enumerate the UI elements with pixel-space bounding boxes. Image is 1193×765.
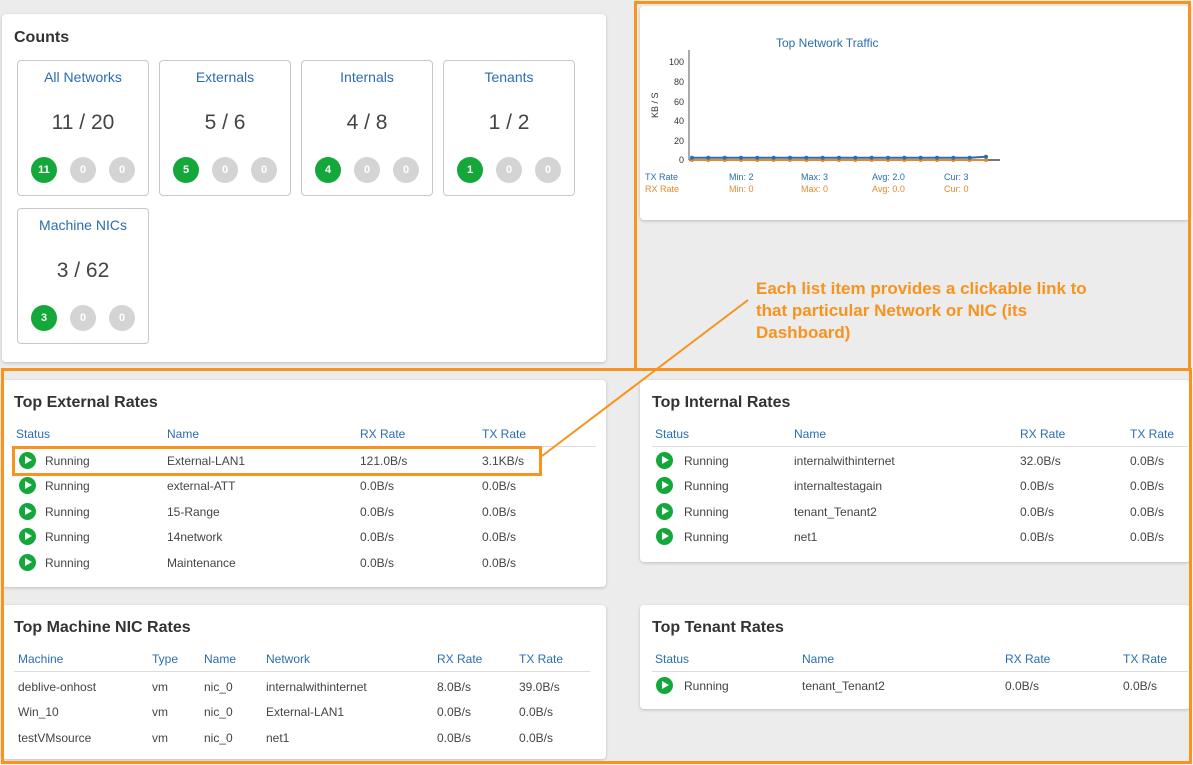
status-badge-ok[interactable]: 5 bbox=[173, 157, 199, 183]
status-badge-warning[interactable]: 0 bbox=[496, 157, 522, 183]
status-badge-warning[interactable]: 0 bbox=[70, 157, 96, 183]
status-badge-ok[interactable]: 3 bbox=[31, 305, 57, 331]
status-badge-error[interactable]: 0 bbox=[535, 157, 561, 183]
status-badge-warning[interactable]: 0 bbox=[354, 157, 380, 183]
status-badge-warning[interactable]: 0 bbox=[70, 305, 96, 331]
annotation-callout-text: Each list item provides a clickable link… bbox=[756, 279, 1087, 342]
annotation-outline-bottom-frame bbox=[1, 368, 1192, 764]
annotation-highlight-row bbox=[12, 446, 542, 476]
status-badge-ok[interactable]: 4 bbox=[315, 157, 341, 183]
count-card-label[interactable]: Tenants bbox=[444, 69, 574, 85]
count-card-label[interactable]: Internals bbox=[302, 69, 432, 85]
count-card-value: 3 / 62 bbox=[56, 259, 110, 282]
status-badge-warning[interactable]: 0 bbox=[212, 157, 238, 183]
count-card-label[interactable]: Machine NICs bbox=[18, 217, 148, 233]
count-card-value: 1 / 2 bbox=[488, 111, 530, 134]
status-badge-error[interactable]: 0 bbox=[251, 157, 277, 183]
status-badge-ok[interactable]: 11 bbox=[31, 157, 57, 183]
counts-title: Counts bbox=[14, 29, 70, 46]
count-card-label[interactable]: Externals bbox=[160, 69, 290, 85]
count-card-internals[interactable]: Internals 4 / 8 4 0 0 bbox=[301, 60, 433, 196]
status-badge-ok[interactable]: 1 bbox=[457, 157, 483, 183]
status-badge-error[interactable]: 0 bbox=[109, 157, 135, 183]
count-card-value: 5 / 6 bbox=[204, 111, 246, 134]
count-card-value: 11 / 20 bbox=[51, 111, 115, 134]
count-card-machine-nics[interactable]: Machine NICs 3 / 62 3 0 0 bbox=[17, 208, 149, 344]
count-card-label[interactable]: All Networks bbox=[18, 69, 148, 85]
status-badge-error[interactable]: 0 bbox=[393, 157, 419, 183]
count-card-tenants[interactable]: Tenants 1 / 2 1 0 0 bbox=[443, 60, 575, 196]
count-card-all-networks[interactable]: All Networks 11 / 20 11 0 0 bbox=[17, 60, 149, 196]
count-card-value: 4 / 8 bbox=[346, 111, 388, 134]
count-card-externals[interactable]: Externals 5 / 6 5 0 0 bbox=[159, 60, 291, 196]
counts-panel: Counts All Networks 11 / 20 11 0 0 Exter… bbox=[2, 14, 606, 362]
status-badge-error[interactable]: 0 bbox=[109, 305, 135, 331]
